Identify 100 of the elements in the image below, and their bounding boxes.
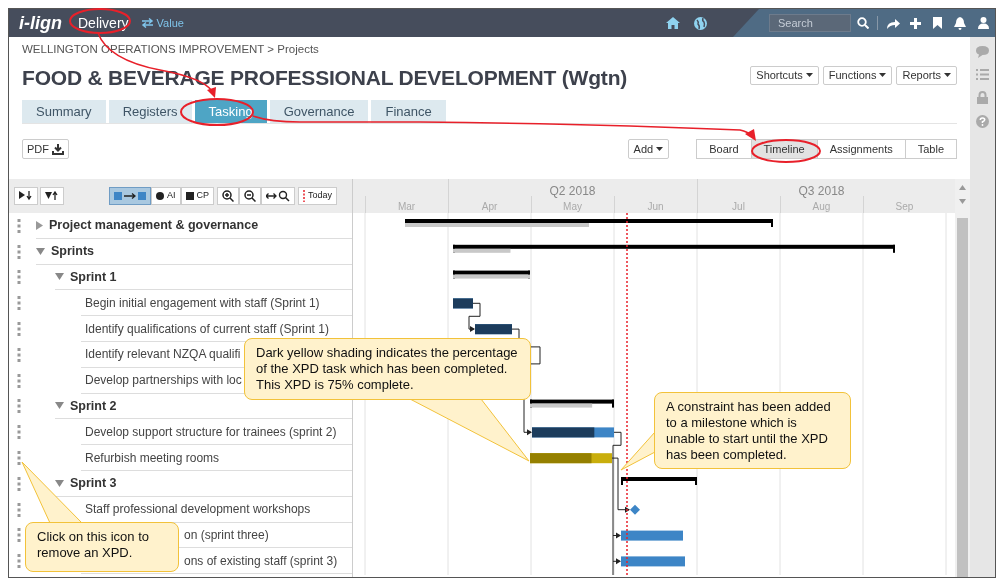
- menu-button[interactable]: Functions: [822, 65, 893, 85]
- menu-button[interactable]: Shortcuts: [750, 65, 819, 85]
- expand-arrow-icon[interactable]: [36, 220, 43, 230]
- search-field[interactable]: Search: [769, 14, 851, 32]
- callout-tooltip: Click on this icon to remove an XPD.: [25, 522, 179, 572]
- plus-icon[interactable]: [910, 17, 921, 29]
- ai-toggle[interactable]: AI: [151, 187, 181, 205]
- task-name[interactable]: on (sprint three): [184, 525, 269, 544]
- callout-pointer: [620, 431, 656, 471]
- expand-all-button[interactable]: [14, 187, 38, 205]
- zoom-out-button[interactable]: [239, 187, 262, 205]
- task-bar: [453, 298, 473, 309]
- drag-handle-icon[interactable]: [17, 296, 21, 311]
- drag-handle-icon[interactable]: [17, 399, 21, 414]
- dependency-connector: [468, 302, 481, 333]
- links-toggle[interactable]: [109, 187, 151, 205]
- menu-button[interactable]: Reports: [896, 65, 957, 85]
- month-label: Jul: [731, 200, 746, 214]
- view-button[interactable]: Table: [904, 139, 957, 159]
- home-icon[interactable]: [666, 17, 680, 29]
- month-label: Mar: [396, 200, 417, 214]
- tab[interactable]: Finance: [371, 100, 446, 123]
- quarter-label: Q2 2018: [548, 183, 597, 200]
- collapse-arrow-icon[interactable]: [55, 479, 64, 487]
- drag-handle-icon[interactable]: [17, 425, 21, 440]
- list-icon[interactable]: [976, 69, 989, 80]
- drag-handle-icon[interactable]: [17, 476, 21, 491]
- square-icon: [185, 192, 194, 200]
- zoom-in-icon: [222, 190, 235, 202]
- task-bar: [621, 556, 685, 567]
- zoom-out-icon: [244, 190, 257, 202]
- drag-handle-icon[interactable]: [17, 270, 21, 285]
- download-icon: [52, 143, 64, 155]
- user-icon[interactable]: [978, 17, 989, 29]
- drag-handle-icon[interactable]: [17, 322, 21, 337]
- task-name[interactable]: Project management & governance: [49, 216, 259, 235]
- switch-link[interactable]: Value: [140, 14, 184, 32]
- month-label: Aug: [811, 200, 832, 214]
- quarter-label: Q3 2018: [797, 183, 846, 200]
- bookmark-icon[interactable]: [933, 17, 942, 29]
- help-icon[interactable]: [976, 115, 989, 128]
- drag-handle-icon[interactable]: [17, 554, 21, 569]
- scroll-thumb[interactable]: [957, 218, 968, 577]
- add-button[interactable]: Add: [627, 139, 670, 159]
- task-name[interactable]: Develop support structure for trainees (sprint 2): [85, 422, 337, 441]
- task-name[interactable]: Sprint 1: [70, 267, 117, 287]
- bell-icon[interactable]: [954, 16, 966, 30]
- task-name[interactable]: Sprints: [51, 241, 95, 261]
- zoom-in-button[interactable]: [217, 187, 240, 205]
- task-name[interactable]: ons of existing staff (sprint 3): [184, 551, 338, 570]
- task-name[interactable]: Refurbish meeting rooms: [85, 448, 220, 467]
- task-name[interactable]: Develop partnerships with loc: [85, 371, 242, 390]
- view-button[interactable]: Assignments: [816, 139, 906, 159]
- cp-toggle[interactable]: CP: [180, 187, 215, 205]
- lock-icon[interactable]: [977, 91, 988, 104]
- tab[interactable]: Governance: [269, 100, 369, 123]
- drag-handle-icon[interactable]: [17, 244, 21, 259]
- tab[interactable]: Registers: [108, 100, 192, 123]
- zoom-fit-icon: [266, 190, 291, 202]
- link-icon: [114, 191, 146, 201]
- swap-icon: [140, 18, 154, 28]
- task-bar: [475, 324, 512, 335]
- collapse-arrow-icon[interactable]: [36, 247, 45, 255]
- collapse-all-button[interactable]: [40, 187, 64, 205]
- caret-icon: [944, 73, 951, 77]
- task-name[interactable]: Sprint 2: [70, 396, 117, 416]
- annotation-ellipse: [69, 8, 131, 34]
- drag-handle-icon[interactable]: [17, 218, 21, 233]
- drag-handle-icon[interactable]: [17, 373, 21, 388]
- milestone-diamond: [630, 504, 640, 515]
- collapse-arrow-icon[interactable]: [55, 402, 64, 410]
- expand-icon: [19, 191, 33, 201]
- task-name[interactable]: Sprint 3: [70, 474, 117, 493]
- share-icon[interactable]: [886, 17, 900, 29]
- scroll-up-icon[interactable]: [959, 185, 966, 190]
- drag-handle-icon[interactable]: [17, 502, 21, 517]
- month-label: May: [562, 200, 583, 214]
- annotation-ellipse: [751, 139, 821, 163]
- task-name[interactable]: Identify relevant NZQA qualifi: [85, 345, 241, 364]
- task-name[interactable]: Begin initial engagement with staff (Sprint 1): [85, 293, 320, 312]
- task-name[interactable]: Staff professional development workshops: [85, 500, 311, 519]
- drag-handle-icon[interactable]: [17, 347, 21, 362]
- view-button[interactable]: Board: [696, 139, 752, 159]
- search-icon[interactable]: [857, 17, 869, 29]
- zoom-fit-button[interactable]: [261, 187, 296, 205]
- month-label: Jun: [646, 200, 665, 214]
- comment-icon[interactable]: [976, 46, 989, 58]
- task-name[interactable]: Identify qualifications of current staff (Sprint 1): [85, 319, 329, 338]
- scrollbar[interactable]: [955, 179, 970, 577]
- drag-handle-icon[interactable]: [17, 528, 21, 543]
- drag-handle-icon[interactable]: [17, 451, 21, 466]
- globe-icon[interactable]: [694, 16, 707, 30]
- collapse-arrow-icon[interactable]: [55, 273, 64, 281]
- pdf-button[interactable]: PDF: [22, 139, 69, 159]
- today-button[interactable]: Today: [298, 187, 338, 205]
- tab[interactable]: Summary: [22, 100, 106, 123]
- logo[interactable]: i-lign: [19, 9, 62, 37]
- caret-icon: [805, 73, 813, 77]
- caret-icon: [879, 73, 887, 77]
- scroll-down-icon[interactable]: [959, 199, 966, 204]
